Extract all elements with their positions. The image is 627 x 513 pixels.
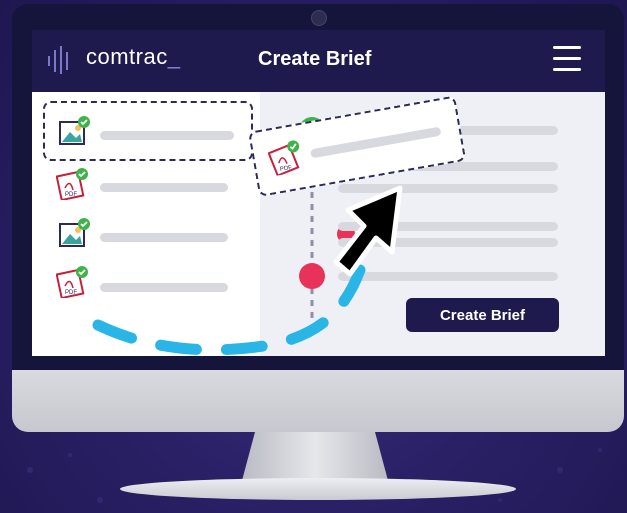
brand-name: comtrac_ [86, 44, 181, 70]
file-name-placeholder [309, 126, 442, 159]
webcam-icon [311, 10, 327, 26]
svg-text:PDF: PDF [280, 165, 293, 173]
pdf-file-icon[interactable]: PDF [56, 266, 88, 298]
app-header: comtrac_ Create Brief [32, 30, 605, 92]
mouse-cursor-icon [333, 185, 403, 277]
file-name-placeholder [100, 233, 228, 242]
drag-path [92, 264, 366, 356]
svg-text:PDF: PDF [65, 192, 77, 198]
create-brief-button[interactable]: Create Brief [406, 298, 559, 332]
file-name-placeholder [100, 131, 234, 140]
pdf-file-icon: PDF [267, 140, 300, 177]
image-file-icon[interactable] [58, 116, 90, 148]
brand-cursor: _ [167, 44, 181, 69]
page-title: Create Brief [258, 48, 372, 70]
monitor-chin [12, 370, 624, 432]
image-file-icon[interactable] [58, 218, 90, 250]
file-name-placeholder [100, 183, 228, 192]
brand-text: comtrac [86, 44, 168, 69]
pdf-file-icon[interactable]: PDF [56, 168, 88, 200]
svg-text:PDF: PDF [65, 290, 77, 296]
hamburger-menu-icon[interactable] [553, 46, 581, 72]
comtrac-logo-icon [48, 46, 68, 74]
monitor-base [120, 478, 516, 500]
